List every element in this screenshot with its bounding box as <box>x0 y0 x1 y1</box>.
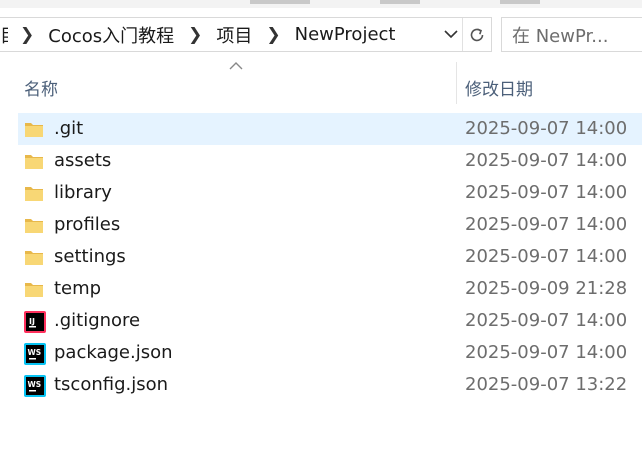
file-date-modified: 2025-09-07 14:00 <box>465 310 628 331</box>
file-row[interactable]: WS tsconfig.json 2025-09-07 13:22 <box>0 369 642 401</box>
file-name: tsconfig.json <box>54 374 169 395</box>
file-date-modified: 2025-09-07 14:00 <box>465 342 628 363</box>
address-bar[interactable]: 目 ❯ Cocos入门教程 ❯ 项目 ❯ NewProject <box>0 17 492 52</box>
chevron-down-icon <box>444 30 458 39</box>
file-name: package.json <box>54 342 173 363</box>
folder-icon <box>23 246 47 268</box>
chevron-right-icon[interactable]: ❯ <box>266 25 280 45</box>
folder-icon <box>23 214 47 236</box>
breadcrumb-overflow[interactable]: 目 <box>0 22 8 48</box>
file-date-modified: 2025-09-07 14:00 <box>465 150 628 171</box>
search-placeholder: 在 NewPr... <box>512 25 609 47</box>
file-name: library <box>54 182 112 203</box>
svg-text:IJ: IJ <box>29 317 35 326</box>
folder-icon <box>23 118 47 140</box>
file-date-modified: 2025-09-07 14:00 <box>465 182 628 203</box>
column-divider[interactable] <box>456 62 457 104</box>
file-date-modified: 2025-09-07 14:00 <box>465 214 628 235</box>
file-date-modified: 2025-09-07 13:22 <box>465 374 628 395</box>
refresh-icon <box>470 27 483 41</box>
refresh-button[interactable] <box>462 18 490 51</box>
file-row[interactable]: WS package.json 2025-09-07 14:00 <box>0 337 642 369</box>
file-row[interactable]: settings 2025-09-07 14:00 <box>0 241 642 273</box>
breadcrumb-project[interactable]: 项目 <box>216 22 252 48</box>
ribbon-edge <box>0 0 642 8</box>
webstorm-file-icon: WS <box>23 342 47 365</box>
file-row[interactable]: .git 2025-09-07 14:00 <box>0 113 642 145</box>
file-list: .git 2025-09-07 14:00 assets 2025-09-07 14:… <box>0 113 642 401</box>
file-date-modified: 2025-09-09 21:28 <box>465 278 628 299</box>
address-history-dropdown[interactable] <box>440 18 462 51</box>
breadcrumb-newproject[interactable]: NewProject <box>295 24 396 45</box>
file-row[interactable]: assets 2025-09-07 14:00 <box>0 145 642 177</box>
breadcrumb-cocos[interactable]: Cocos入门教程 <box>48 22 174 48</box>
file-name: settings <box>54 246 126 267</box>
column-name[interactable]: 名称 <box>24 75 58 100</box>
file-row[interactable]: profiles 2025-09-07 14:00 <box>0 209 642 241</box>
folder-icon <box>23 150 47 172</box>
folder-icon <box>23 182 47 204</box>
sort-ascending-icon <box>229 62 243 70</box>
intellij-file-icon: IJ <box>23 310 47 333</box>
file-date-modified: 2025-09-07 14:00 <box>465 118 628 139</box>
file-date-modified: 2025-09-07 14:00 <box>465 246 628 267</box>
file-row[interactable]: library 2025-09-07 14:00 <box>0 177 642 209</box>
folder-icon <box>23 278 47 300</box>
file-name: assets <box>54 150 112 171</box>
file-row[interactable]: IJ .gitignore 2025-09-07 14:00 <box>0 305 642 337</box>
chevron-right-icon[interactable]: ❯ <box>20 25 34 45</box>
file-name: profiles <box>54 214 121 235</box>
file-name: temp <box>54 278 102 299</box>
svg-text:WS: WS <box>28 348 42 357</box>
chevron-right-icon[interactable]: ❯ <box>188 25 202 45</box>
svg-text:WS: WS <box>28 380 42 389</box>
file-name: .git <box>54 118 84 139</box>
file-name: .gitignore <box>54 310 141 331</box>
search-input[interactable]: 在 NewPr... <box>501 17 642 52</box>
file-row[interactable]: temp 2025-09-09 21:28 <box>0 273 642 305</box>
webstorm-file-icon: WS <box>23 374 47 397</box>
column-header <box>0 62 642 104</box>
breadcrumb: 目 ❯ Cocos入门教程 ❯ 项目 ❯ NewProject <box>0 18 397 51</box>
column-date-modified[interactable]: 修改日期 <box>465 75 533 100</box>
